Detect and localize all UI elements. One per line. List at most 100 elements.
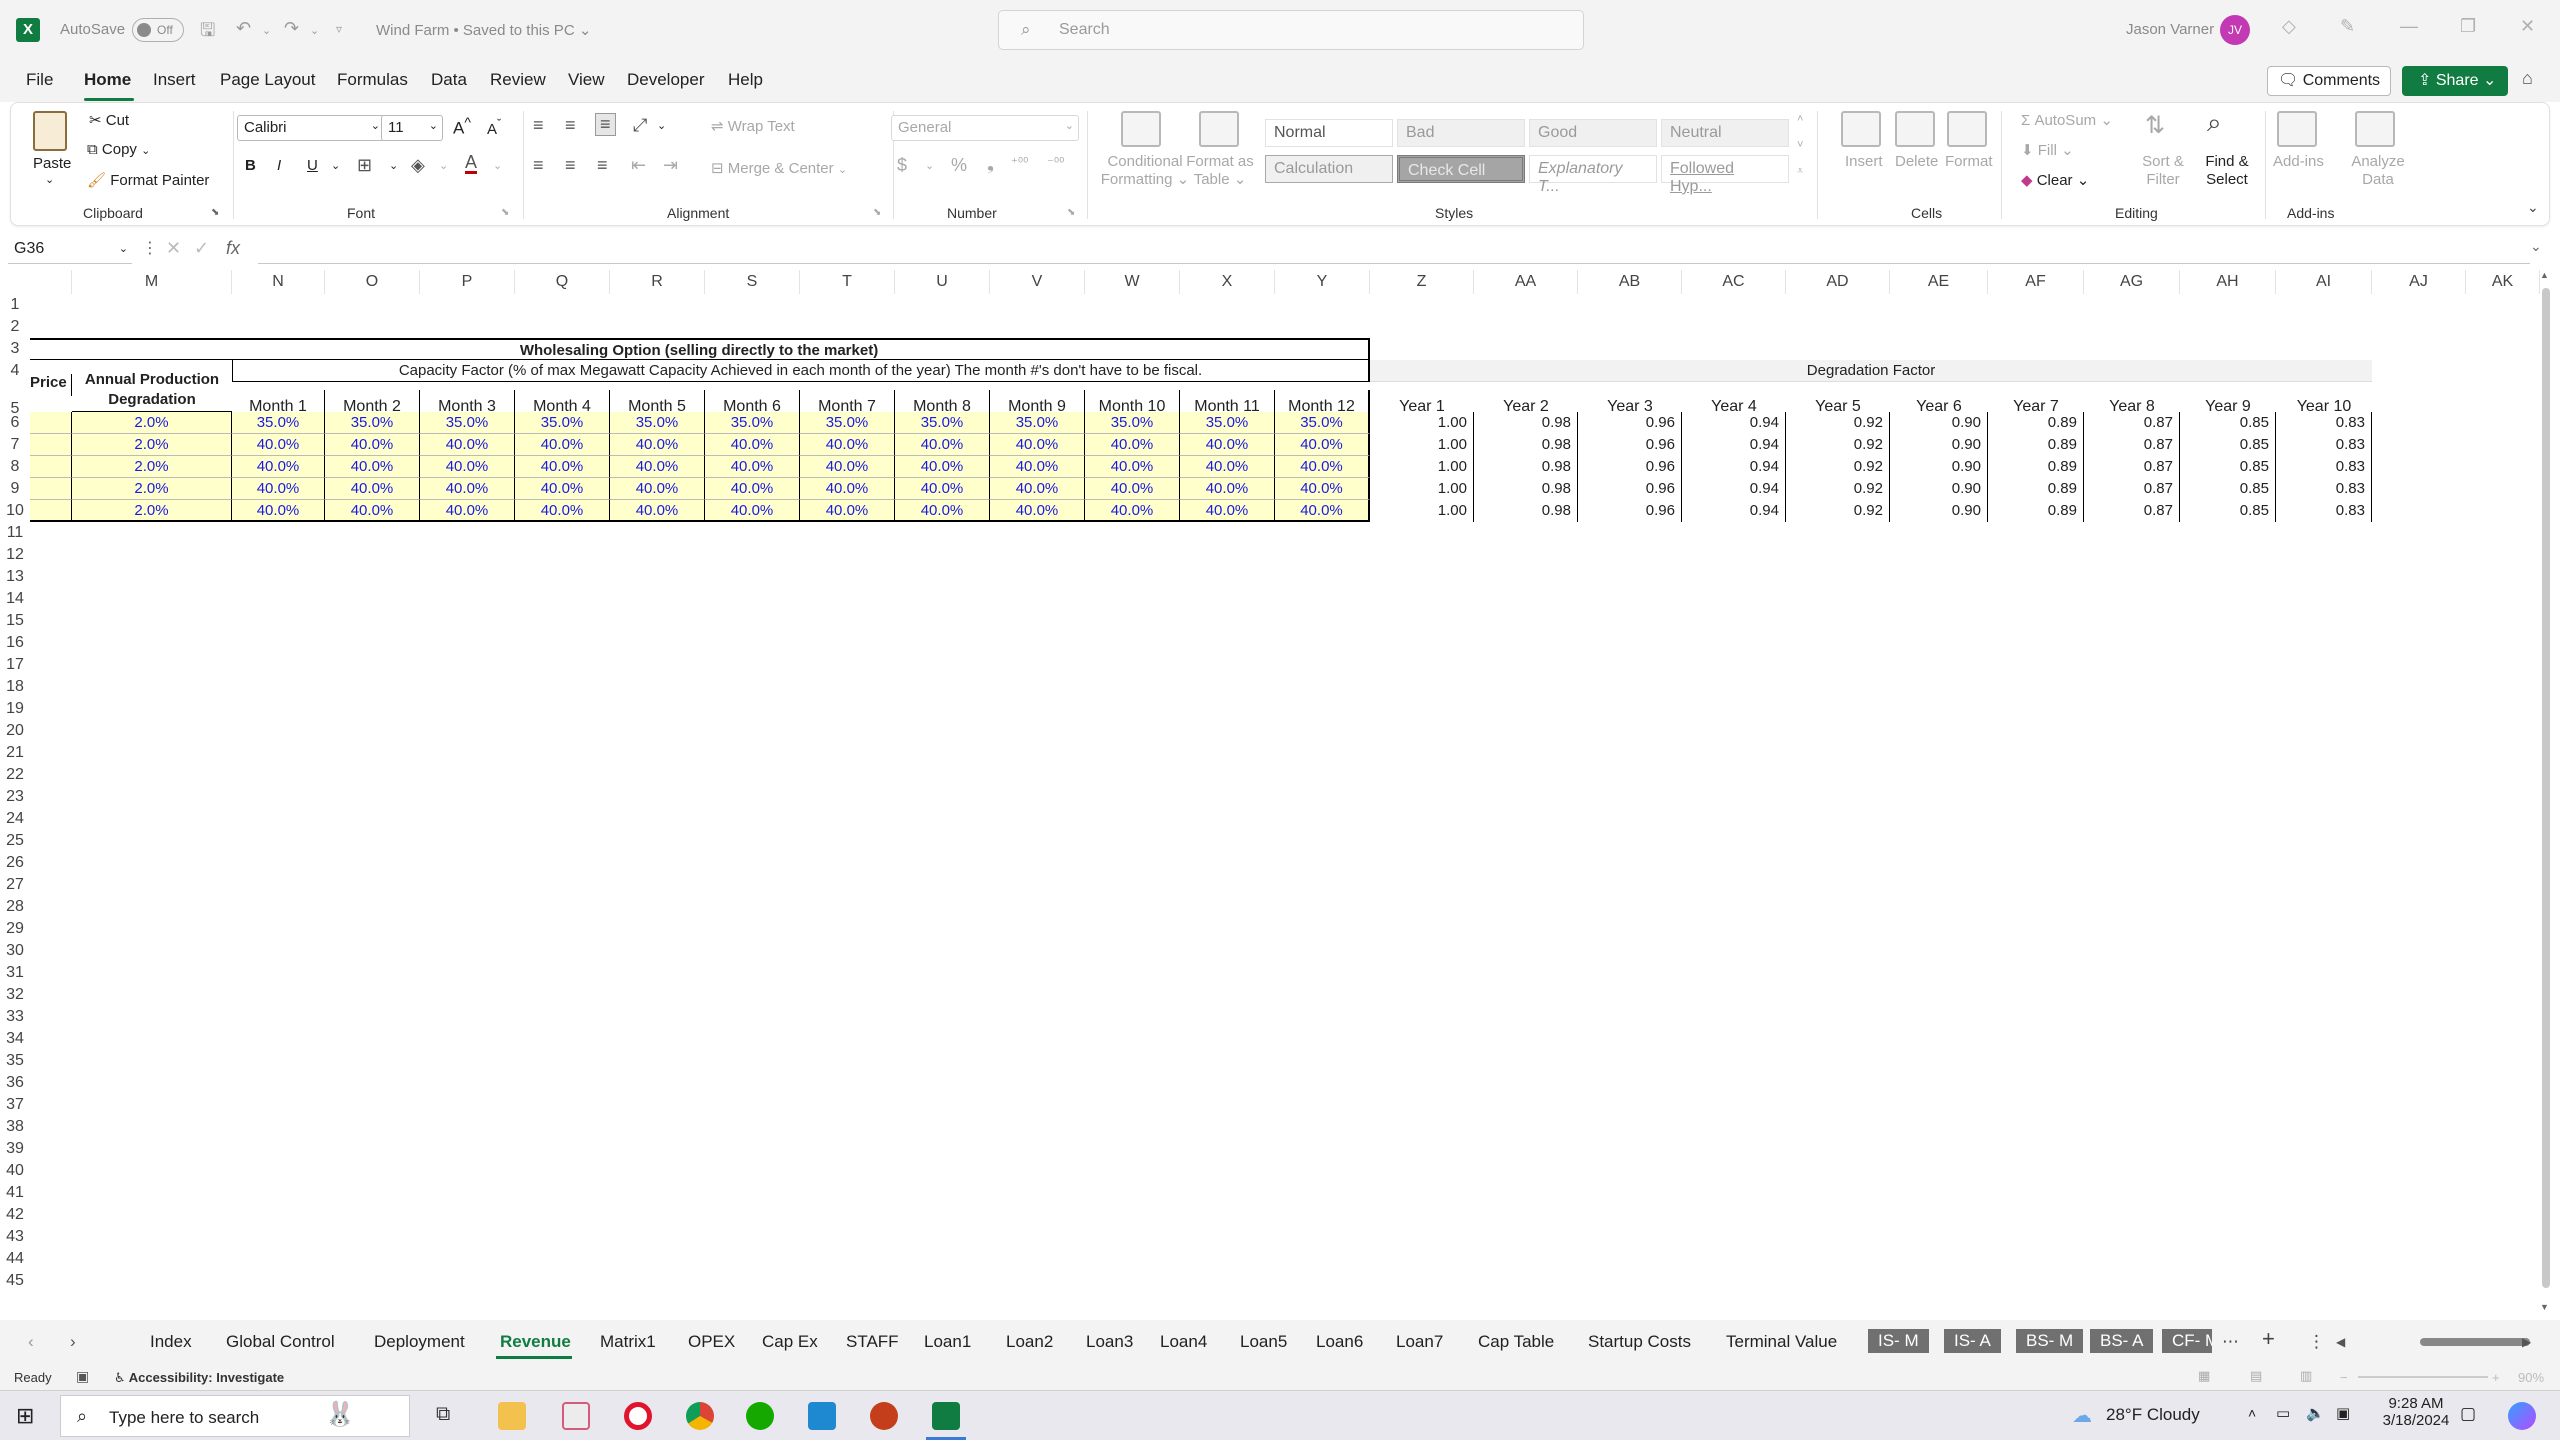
capacity-input-cell[interactable]: 40.0%: [895, 434, 990, 456]
battery-icon[interactable]: ▭: [2276, 1404, 2290, 1422]
paste-button[interactable]: Paste: [33, 155, 71, 172]
vertical-scrollbar[interactable]: ▲ ▼: [2540, 270, 2552, 1316]
merge-center-button[interactable]: ⊟ Merge & Center ⌄: [711, 159, 847, 177]
autosum-button[interactable]: Σ AutoSum ⌄: [2021, 111, 2113, 129]
comments-button[interactable]: 🗨 Comments: [2267, 66, 2391, 96]
tab-scroll-left-icon[interactable]: ‹: [28, 1332, 34, 1352]
capacity-input-cell[interactable]: 40.0%: [1275, 500, 1370, 522]
row-header[interactable]: 35: [0, 1050, 30, 1072]
capacity-input-cell[interactable]: 40.0%: [325, 456, 420, 478]
minimize-icon[interactable]: —: [2400, 16, 2418, 37]
borders-icon[interactable]: ⊞: [357, 155, 372, 176]
capacity-input-cell[interactable]: 40.0%: [420, 456, 515, 478]
row-header[interactable]: 23: [0, 786, 30, 808]
capacity-input-cell[interactable]: 40.0%: [1180, 456, 1275, 478]
degradation-factor-cell[interactable]: 0.92: [1786, 456, 1890, 478]
accessibility-status[interactable]: ♿ Accessibility: Investigate: [114, 1370, 284, 1386]
save-icon[interactable]: 🖫: [200, 18, 215, 48]
degradation-factor-cell[interactable]: 0.83: [2276, 434, 2372, 456]
row-header[interactable]: 27: [0, 874, 30, 896]
alignment-launcher-icon[interactable]: ⬊: [873, 207, 881, 218]
capacity-input-cell[interactable]: 40.0%: [1085, 500, 1180, 522]
sheet-tab-opex[interactable]: OPEX: [688, 1332, 735, 1352]
degradation-factor-cell[interactable]: 0.89: [1988, 478, 2084, 500]
expand-formula-bar-icon[interactable]: ⌄: [2530, 238, 2542, 255]
align-right-icon[interactable]: ≡: [597, 155, 608, 176]
currency-icon[interactable]: $: [897, 155, 907, 176]
menu-insert[interactable]: Insert: [153, 70, 196, 90]
degradation-factor-cell[interactable]: 0.90: [1890, 434, 1988, 456]
underline-dropdown-icon[interactable]: ⌄: [331, 159, 340, 172]
zoom-level[interactable]: 90%: [2518, 1370, 2544, 1385]
row-header[interactable]: 11: [0, 522, 30, 544]
capacity-input-cell[interactable]: 35.0%: [1275, 412, 1370, 434]
capacity-input-cell[interactable]: 40.0%: [420, 500, 515, 522]
capacity-input-cell[interactable]: 40.0%: [610, 456, 705, 478]
capacity-input-cell[interactable]: 40.0%: [420, 434, 515, 456]
column-header[interactable]: [30, 270, 72, 294]
sheet-tab-global-control[interactable]: Global Control: [226, 1332, 335, 1352]
degradation-factor-cell[interactable]: 0.92: [1786, 478, 1890, 500]
column-header[interactable]: R: [610, 270, 705, 294]
column-header[interactable]: AB: [1578, 270, 1682, 294]
capacity-input-cell[interactable]: 35.0%: [705, 412, 800, 434]
sheet-tab-index[interactable]: Index: [150, 1332, 192, 1352]
capacity-input-cell[interactable]: 40.0%: [232, 434, 325, 456]
column-header[interactable]: O: [325, 270, 420, 294]
increase-decimal-icon[interactable]: ⁺⁰⁰: [1011, 155, 1028, 171]
degradation-factor-cell[interactable]: 0.96: [1578, 500, 1682, 522]
diamond-icon[interactable]: ◇: [2282, 16, 2296, 37]
sheet-tab-loan2[interactable]: Loan2: [1006, 1332, 1053, 1352]
degradation-factor-cell[interactable]: 0.85: [2180, 500, 2276, 522]
opera-icon[interactable]: [624, 1402, 652, 1430]
capacity-input-cell[interactable]: 40.0%: [1180, 434, 1275, 456]
row-header[interactable]: 7: [0, 434, 30, 456]
insert-cells-button[interactable]: Insert: [1845, 153, 1883, 170]
row-header[interactable]: 45: [0, 1270, 30, 1292]
find-select-button[interactable]: Find & Select: [2197, 153, 2257, 189]
sheet-tab-cf-m[interactable]: CF- M: [2162, 1329, 2212, 1353]
share-button[interactable]: ⇪ Share ⌄: [2402, 66, 2508, 96]
photos-icon[interactable]: [808, 1402, 836, 1430]
confirm-edit-icon[interactable]: ✓: [194, 238, 209, 259]
capacity-input-cell[interactable]: 40.0%: [610, 500, 705, 522]
column-header[interactable]: AA: [1474, 270, 1578, 294]
analyze-data-button[interactable]: Analyze Data: [2349, 153, 2407, 189]
capacity-input-cell[interactable]: 40.0%: [515, 456, 610, 478]
addins-button[interactable]: Add-ins: [2273, 153, 2324, 170]
font-name-select[interactable]: Calibri ⌄: [237, 115, 385, 141]
row-header[interactable]: 25: [0, 830, 30, 852]
conditional-formatting-icon[interactable]: [1121, 111, 1161, 147]
row-header[interactable]: 20: [0, 720, 30, 742]
capacity-input-cell[interactable]: 40.0%: [800, 500, 895, 522]
capacity-input-cell[interactable]: 40.0%: [232, 478, 325, 500]
style-good[interactable]: Good: [1529, 119, 1657, 147]
sheet-tab-loan3[interactable]: Loan3: [1086, 1332, 1133, 1352]
copilot-icon[interactable]: [2508, 1402, 2536, 1430]
document-title[interactable]: Wind Farm • Saved to this PC ⌄: [376, 21, 591, 39]
degradation-factor-cell[interactable]: 0.96: [1578, 456, 1682, 478]
capacity-input-cell[interactable]: 35.0%: [232, 412, 325, 434]
degradation-factor-cell[interactable]: 0.96: [1578, 478, 1682, 500]
row-header[interactable]: 22: [0, 764, 30, 786]
sheet-tab-matrix1[interactable]: Matrix1: [600, 1332, 656, 1352]
italic-button[interactable]: I: [277, 157, 281, 174]
price-input-cell[interactable]: [30, 478, 72, 500]
taskbar-search[interactable]: ⌕ Type here to search 🐰: [60, 1395, 410, 1437]
excel-taskbar-icon[interactable]: [932, 1402, 960, 1430]
zoom-in-icon[interactable]: +: [2492, 1370, 2500, 1385]
styles-scroll-down-icon[interactable]: ˅: [1797, 139, 1803, 151]
degradation-factor-cell[interactable]: 0.83: [2276, 478, 2372, 500]
tray-chevron-icon[interactable]: ˄: [2248, 1405, 2256, 1421]
fill-button[interactable]: ⬇ Fill ⌄: [2021, 141, 2074, 159]
capacity-input-cell[interactable]: 40.0%: [610, 478, 705, 500]
sheet-tab-is-a[interactable]: IS- A: [1944, 1329, 2001, 1353]
degradation-input-cell[interactable]: 2.0%: [72, 434, 232, 456]
menu-formulas[interactable]: Formulas: [337, 70, 408, 90]
fill-dropdown-icon[interactable]: ⌄: [439, 159, 448, 172]
price-input-cell[interactable]: [30, 434, 72, 456]
column-header[interactable]: P: [420, 270, 515, 294]
horizontal-scroll-thumb[interactable]: [2420, 1338, 2530, 1346]
volume-icon[interactable]: 🔈: [2306, 1404, 2325, 1422]
insert-function-icon[interactable]: fx: [226, 238, 240, 259]
